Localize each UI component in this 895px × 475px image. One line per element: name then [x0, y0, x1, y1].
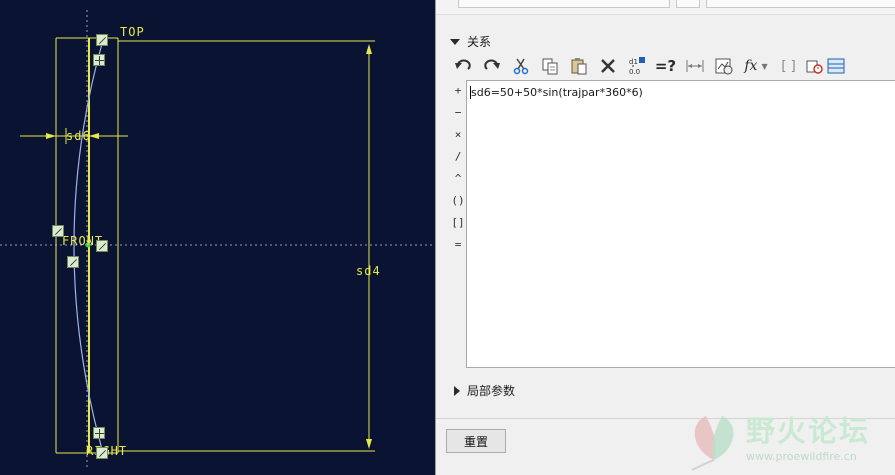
constraint-icon[interactable]	[67, 256, 79, 268]
expand-icon	[454, 385, 460, 396]
relations-toolbar: d1 0.0 =? fx ▼ [ ]	[448, 53, 847, 79]
paste-icon[interactable]	[564, 54, 593, 78]
svg-text:d1: d1	[629, 58, 638, 66]
operator-divide[interactable]: /	[450, 146, 466, 168]
watermark-url: www.proewildfire.cn	[746, 450, 857, 463]
dimension-icon[interactable]	[680, 54, 709, 78]
constraint-icon[interactable]	[52, 225, 64, 237]
evaluate-icon[interactable]	[709, 54, 738, 78]
relation-text[interactable]: sd6=50+50*sin(trajpar*360*6)	[470, 86, 643, 99]
collapse-icon	[450, 38, 460, 45]
reset-button[interactable]: 重置	[446, 429, 506, 453]
sd4-label[interactable]: sd4	[356, 264, 381, 278]
constraint-icon[interactable]	[96, 34, 108, 46]
function-icon-label: fx	[744, 58, 758, 74]
watermark-logo	[691, 416, 734, 471]
sort-relations-icon[interactable]: d1 0.0	[622, 54, 651, 78]
verify-relations-icon[interactable]: =?	[651, 54, 680, 78]
operator-minus[interactable]: −	[450, 102, 466, 124]
operator-equals[interactable]: =	[450, 234, 466, 256]
redo-icon[interactable]	[477, 54, 506, 78]
chevron-down-icon[interactable]: ▼	[761, 62, 767, 71]
operator-multiply[interactable]: ×	[450, 124, 466, 146]
sd4-arrow-bottom	[366, 439, 372, 449]
operator-parentheses[interactable]: ()	[450, 190, 466, 212]
relations-panel: 关系 d1 0.0 =? fx ▼ [] + − × / ^ () [] = …	[435, 0, 895, 475]
relations-section-header[interactable]: 关系	[450, 33, 491, 50]
top-label: TOP	[120, 25, 145, 39]
cut-icon[interactable]	[506, 54, 535, 78]
top-field-left[interactable]	[458, 0, 670, 8]
panel-top-strip	[436, 0, 895, 15]
operator-brackets[interactable]: []	[450, 212, 466, 234]
constraint-icon[interactable]	[96, 240, 108, 252]
relations-section-label: 关系	[467, 35, 492, 49]
watermark-title: 野火论坛	[746, 414, 871, 448]
constraint-icon[interactable]	[96, 447, 108, 459]
table-icon[interactable]	[825, 54, 847, 78]
divider	[436, 418, 895, 419]
sd4-arrow-top	[366, 44, 372, 54]
constraint-icon[interactable]	[93, 54, 105, 66]
local-params-section-label: 局部参数	[467, 384, 516, 398]
delete-icon[interactable]	[593, 54, 622, 78]
operator-column: + − × / ^ () [] =	[450, 80, 466, 256]
undo-icon[interactable]	[448, 54, 477, 78]
sd6-arrow-left	[46, 133, 56, 139]
units-icon[interactable]	[803, 54, 825, 78]
top-field-button[interactable]	[676, 0, 700, 8]
operator-plus[interactable]: +	[450, 80, 466, 102]
operator-power[interactable]: ^	[450, 168, 466, 190]
brackets-icon[interactable]: [ ]	[774, 54, 803, 78]
svg-text:0.0: 0.0	[629, 68, 640, 76]
constraint-icon[interactable]	[93, 427, 105, 439]
function-icon[interactable]: fx ▼	[738, 54, 774, 78]
top-field-right[interactable]	[706, 0, 895, 8]
sketch-canvas[interactable]: TOP FRONT RIGHT sd6 sd4	[0, 0, 435, 475]
relations-editor[interactable]: sd6=50+50*sin(trajpar*360*6)	[466, 80, 895, 368]
copy-icon[interactable]	[535, 54, 564, 78]
local-params-section-header[interactable]: 局部参数	[454, 382, 515, 399]
sd6-label[interactable]: sd6	[66, 129, 91, 143]
